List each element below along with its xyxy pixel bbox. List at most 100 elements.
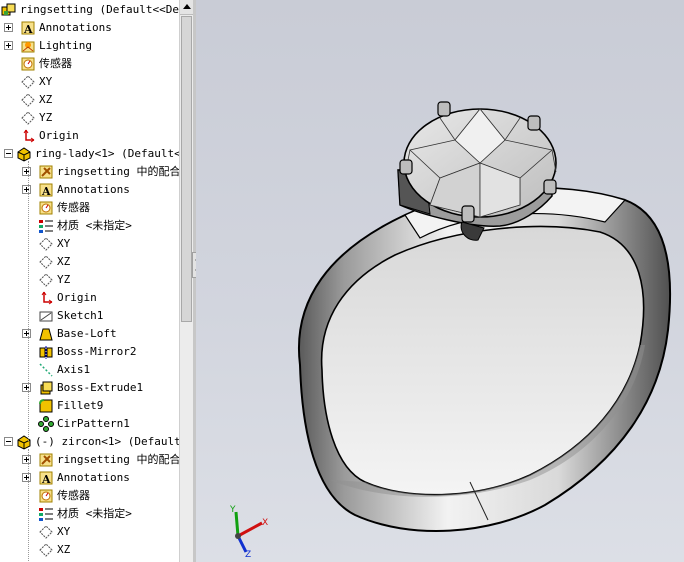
material-icon xyxy=(38,506,54,522)
annotations-icon: A xyxy=(38,470,54,486)
expand-toggle[interactable] xyxy=(22,383,31,392)
tree-row-label: XZ xyxy=(57,255,71,268)
tree-row[interactable]: YZ xyxy=(0,109,179,127)
tree-row[interactable]: Boss-Extrude1 xyxy=(0,379,179,397)
scroll-thumb[interactable] xyxy=(181,16,192,322)
axis-triad: X Y Z xyxy=(229,505,268,560)
tree-row[interactable]: 传感器 xyxy=(0,487,179,505)
annotations-icon: A xyxy=(20,20,36,36)
expand-toggle[interactable] xyxy=(22,329,31,338)
tree-row-label: XY xyxy=(57,237,71,250)
expand-toggle[interactable] xyxy=(22,167,31,176)
tree-row[interactable]: ring-lady<1> (Default<< xyxy=(0,145,179,163)
tree-row[interactable]: ringsetting 中的配合 xyxy=(0,163,179,181)
prong xyxy=(399,159,413,175)
plane-icon xyxy=(38,236,54,252)
expand-toggle[interactable] xyxy=(22,185,31,194)
tree-row[interactable]: 传感器 xyxy=(0,55,179,73)
tree-guide-line xyxy=(28,161,29,441)
z-axis-label: Z xyxy=(245,550,251,560)
axis-icon xyxy=(38,362,54,378)
tree-row-label: YZ xyxy=(39,111,53,124)
lighting-icon xyxy=(20,38,36,54)
tree-row[interactable]: 材质 <未指定> xyxy=(0,505,179,523)
tree-row-label: CirPattern1 xyxy=(57,417,130,430)
tree-row[interactable]: YZ xyxy=(0,271,179,289)
y-axis-label: Y xyxy=(229,505,236,515)
origin-icon xyxy=(20,128,36,144)
collapse-toggle[interactable] xyxy=(4,149,13,158)
collapse-toggle[interactable] xyxy=(4,437,13,446)
tree-row[interactable]: Origin xyxy=(0,127,179,145)
tree-row[interactable]: ringsetting (Default<<Def xyxy=(0,1,179,19)
extrude-icon xyxy=(38,380,54,396)
expand-toggle[interactable] xyxy=(22,455,31,464)
sensors-icon xyxy=(38,200,54,216)
fillet-icon xyxy=(38,398,54,414)
annotations-icon: A xyxy=(38,182,54,198)
graphics-viewport[interactable]: X Y Z xyxy=(196,0,684,562)
assembly-icon xyxy=(1,2,17,18)
tree-row-label: XZ xyxy=(39,93,53,106)
sketch-icon xyxy=(38,308,54,324)
tree-row-label: ringsetting (Default<<Def xyxy=(20,3,179,16)
tree-row-label: 材质 <未指定> xyxy=(57,507,132,520)
y-axis-line xyxy=(234,511,240,537)
tree-row[interactable]: XY xyxy=(0,73,179,91)
feature-manager-tree: ringsetting (Default<<Def A Annotations Lig… xyxy=(0,0,179,562)
tree-row[interactable]: XY xyxy=(0,523,179,541)
mirror-icon xyxy=(38,344,54,360)
tree-row-label: 传感器 xyxy=(39,57,72,70)
tree-row-label: Axis1 xyxy=(57,363,91,376)
tree-row[interactable]: Sketch1 xyxy=(0,307,179,325)
plane-icon xyxy=(20,92,36,108)
tree-row-label: Base-Loft xyxy=(57,327,117,340)
tree-vertical-scrollbar[interactable] xyxy=(179,0,193,562)
tree-row-label: 传感器 xyxy=(57,201,90,214)
mates-icon xyxy=(38,452,54,468)
tree-row-label: 传感器 xyxy=(57,489,90,502)
tree-row[interactable]: (-) zircon<1> (Default< xyxy=(0,433,179,451)
tree-row-label: Origin xyxy=(39,129,79,142)
tree-row-label: XY xyxy=(39,75,53,88)
expand-toggle[interactable] xyxy=(22,473,31,482)
tree-row-label: (-) zircon<1> (Default< xyxy=(35,435,179,448)
tree-row-label: ringsetting 中的配合 xyxy=(57,165,179,178)
tree-row[interactable]: XY xyxy=(0,235,179,253)
prong xyxy=(437,101,451,117)
expand-toggle[interactable] xyxy=(4,41,13,50)
tree-row-label: Annotations xyxy=(57,183,130,196)
mates-icon xyxy=(38,164,54,180)
expand-toggle[interactable] xyxy=(4,23,13,32)
sensors-icon xyxy=(20,56,36,72)
circular-pattern-icon xyxy=(38,416,54,432)
tree-row[interactable]: A Annotations xyxy=(0,19,179,37)
plane-icon xyxy=(38,524,54,540)
tree-row[interactable]: XZ xyxy=(0,541,179,559)
tree-row[interactable]: Lighting xyxy=(0,37,179,55)
plane-icon xyxy=(38,542,54,558)
tree-row[interactable]: ringsetting 中的配合 xyxy=(0,451,179,469)
ring-model[interactable] xyxy=(298,101,671,532)
tree-row[interactable]: Axis1 xyxy=(0,361,179,379)
part-icon xyxy=(16,146,32,162)
tree-row[interactable]: 传感器 xyxy=(0,199,179,217)
tree-row-label: Sketch1 xyxy=(57,309,104,322)
tree-row[interactable]: A Annotations xyxy=(0,181,179,199)
tree-row-label: XZ xyxy=(57,543,71,556)
tree-row-label: Boss-Extrude1 xyxy=(57,381,144,394)
tree-row-label: XY xyxy=(57,525,71,538)
sensors-icon xyxy=(38,488,54,504)
tree-row[interactable]: 材质 <未指定> xyxy=(0,217,179,235)
tree-row[interactable]: Fillet9 xyxy=(0,397,179,415)
plane-icon xyxy=(38,254,54,270)
tree-row[interactable]: Origin xyxy=(0,289,179,307)
tree-row[interactable]: XZ xyxy=(0,91,179,109)
tree-row[interactable]: Base-Loft xyxy=(0,325,179,343)
tree-row[interactable]: XZ xyxy=(0,253,179,271)
tree-row[interactable]: A Annotations xyxy=(0,469,179,487)
tree-row[interactable]: Boss-Mirror2 xyxy=(0,343,179,361)
scroll-up-arrow[interactable] xyxy=(180,0,193,15)
tree-row-label: 材质 <未指定> xyxy=(57,219,132,232)
tree-row[interactable]: CirPattern1 xyxy=(0,415,179,433)
